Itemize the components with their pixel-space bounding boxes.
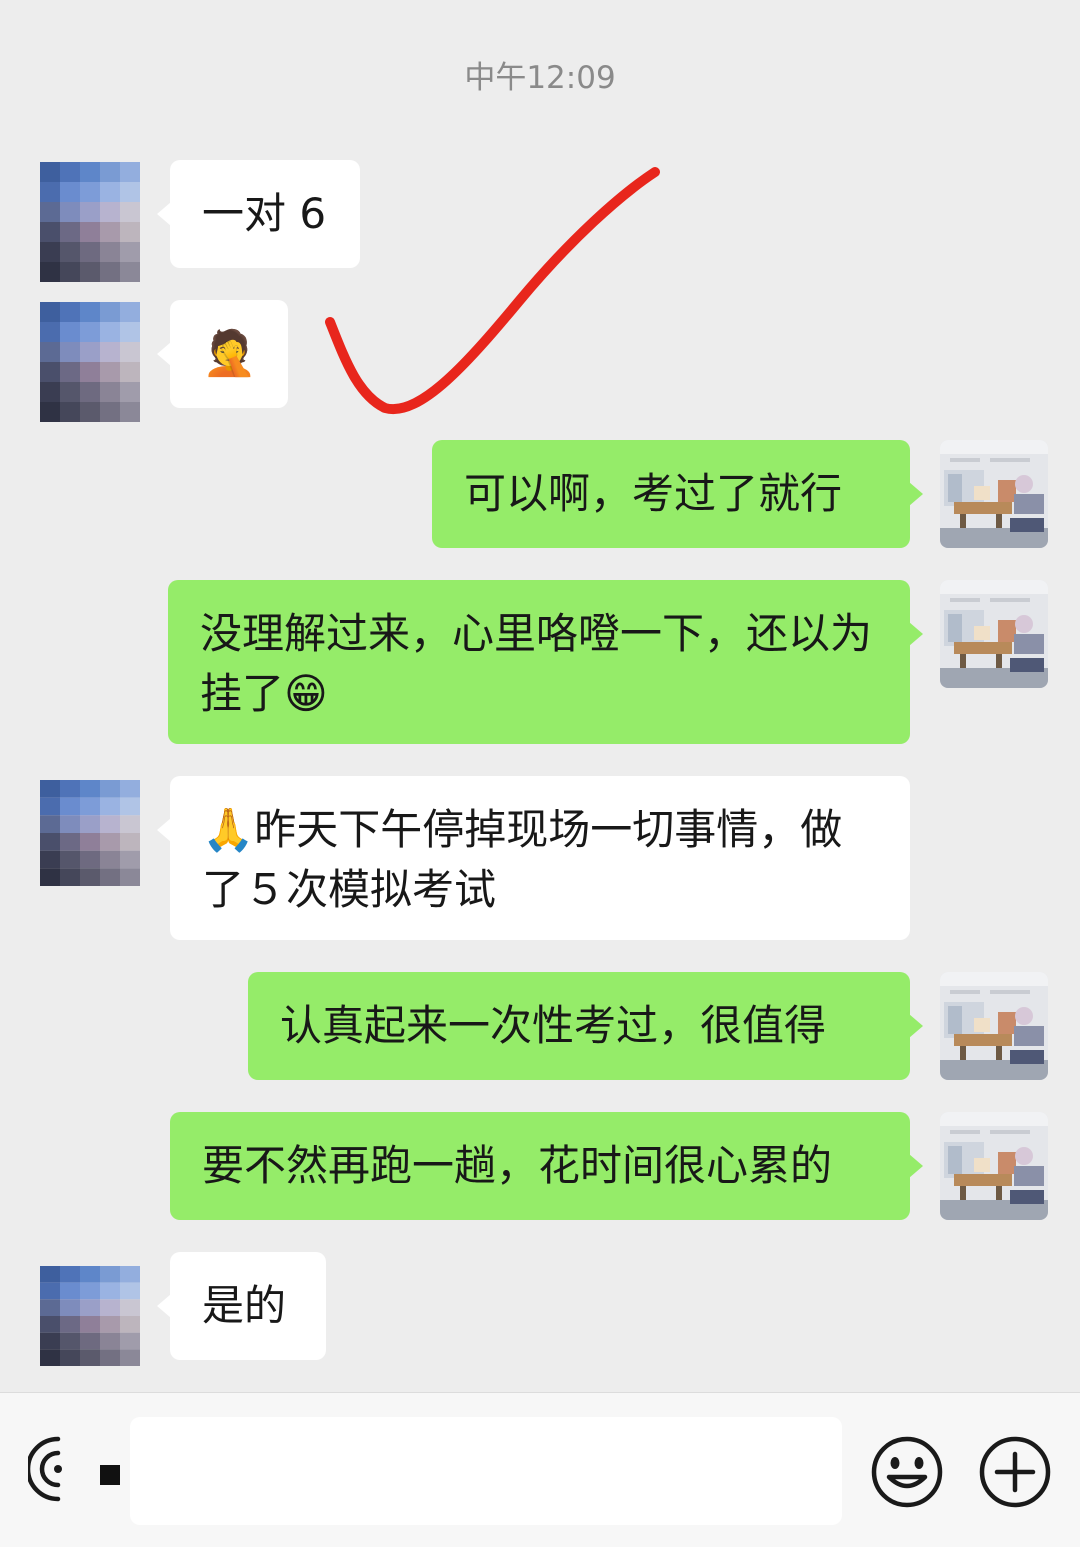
plus-icon[interactable] — [978, 1435, 1052, 1509]
message-text: 认真起来一次性考过，很值得 — [280, 1001, 827, 1050]
message-bubble[interactable]: 🙏昨天下午停掉现场一切事情，做了５次模拟考试 — [157, 776, 910, 940]
my-avatar[interactable] — [940, 972, 1048, 1080]
message-timestamp: 中午12:09 — [464, 60, 616, 96]
message-text: 要不然再跑一趟，花时间很心累的 — [202, 1141, 833, 1190]
message-emoji: 🤦 — [202, 328, 257, 379]
my-avatar[interactable] — [940, 440, 1048, 548]
voice-icon[interactable] — [28, 1435, 96, 1503]
message-text: 没理解过来，心里咯噔一下，还以为挂了😁 — [200, 609, 873, 718]
chat-input-bar — [0, 1392, 1080, 1547]
message-text: 可以啊，考过了就行 — [464, 469, 843, 518]
contact-avatar[interactable] — [40, 162, 140, 282]
emoji-icon[interactable] — [870, 1435, 944, 1509]
contact-avatar[interactable] — [40, 780, 140, 886]
my-avatar[interactable] — [940, 580, 1048, 688]
contact-avatar[interactable] — [40, 1266, 140, 1366]
message-bubble[interactable]: 🤦 — [157, 300, 288, 408]
message-bubble[interactable]: 可以啊，考过了就行 — [432, 440, 923, 548]
message-bubble[interactable]: 要不然再跑一趟，花时间很心累的 — [170, 1112, 923, 1220]
message-bubble[interactable]: 一对 6 — [157, 160, 360, 268]
contact-avatar[interactable] — [40, 302, 140, 422]
cursor-marker — [100, 1465, 120, 1485]
message-bubble[interactable]: 是的 — [157, 1252, 326, 1360]
message-bubble[interactable]: 没理解过来，心里咯噔一下，还以为挂了😁 — [168, 580, 923, 744]
message-bubble[interactable]: 认真起来一次性考过，很值得 — [248, 972, 923, 1080]
message-text: 是的 — [202, 1281, 287, 1330]
message-text: 🙏昨天下午停掉现场一切事情，做了５次模拟考试 — [202, 805, 843, 914]
my-avatar[interactable] — [940, 1112, 1048, 1220]
message-input[interactable] — [130, 1417, 842, 1525]
message-text: 一对 6 — [202, 189, 327, 238]
